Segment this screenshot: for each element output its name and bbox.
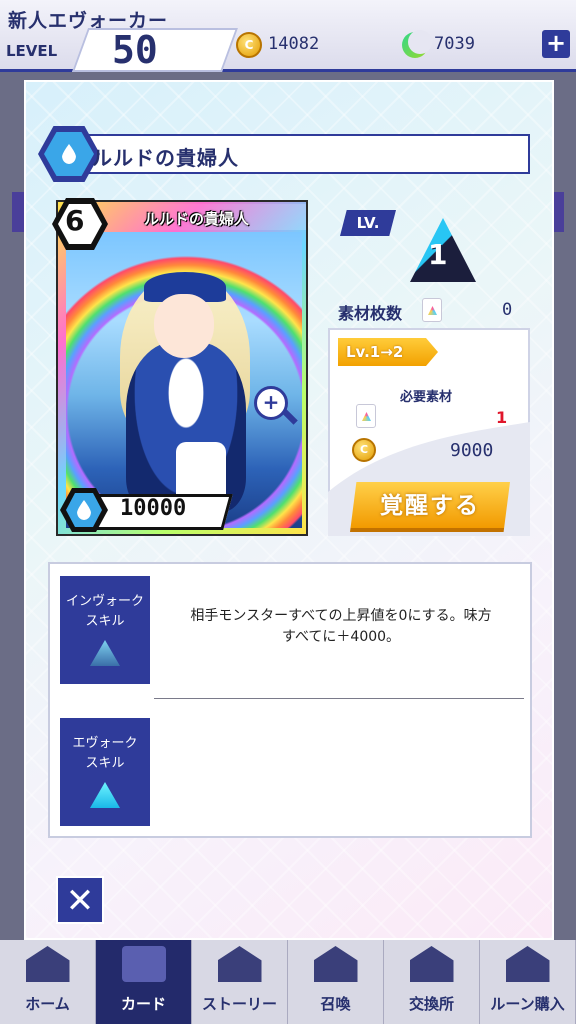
triforce-icon <box>90 782 120 808</box>
material-card-icon <box>422 298 442 322</box>
card-image[interactable]: ルルドの貴婦人 6 10000 <box>52 198 308 536</box>
required-material-icon <box>356 404 376 428</box>
card-power: 10000 <box>120 496 187 521</box>
triforce-icon <box>90 640 120 666</box>
moon-count: 7039 <box>434 34 475 54</box>
evoke-skill-label-line1: エヴォーク <box>72 736 138 751</box>
level-tag: LV. <box>340 210 396 236</box>
rune-icon <box>505 946 550 982</box>
invoke-skill-badge: インヴォーク スキル <box>60 576 150 684</box>
add-currency-button[interactable]: + <box>542 30 570 58</box>
required-coin-icon: C <box>352 438 376 462</box>
nav-label: 交換所 <box>408 995 454 1013</box>
coin-icon: C <box>236 32 262 58</box>
water-drop-icon <box>62 144 76 164</box>
invoke-skill-label-line2: スキル <box>85 614 125 629</box>
invoke-skill-label: インヴォーク スキル <box>60 592 150 632</box>
evoke-skill-badge: エヴォーク スキル <box>60 718 150 826</box>
card-cost: 6 <box>65 204 85 237</box>
required-materials-title: 必要素材 <box>400 390 453 405</box>
status-bar: 新人エヴォーカー LEVEL 50 C 14082 7039 + <box>0 0 576 72</box>
card-artwork <box>66 232 302 528</box>
nav-rune-shop[interactable]: ルーン購入 <box>480 940 576 1024</box>
nav-label: カード <box>120 995 166 1013</box>
invoke-skill-description-line2: すべてに＋4000。 <box>281 629 401 645</box>
material-count-label: 素材枚数 <box>338 304 403 323</box>
awaken-button[interactable]: 覚醒する <box>350 482 510 532</box>
invoke-skill-description: 相手モンスターすべての上昇値を0にする。味方 すべてに＋4000。 <box>158 606 524 648</box>
story-icon <box>217 946 262 982</box>
card-title: ルルドの貴婦人 <box>92 146 239 170</box>
card-level: 1 <box>428 238 448 271</box>
nav-label: ルーン購入 <box>490 995 565 1013</box>
required-coin-count: 9000 <box>450 440 494 461</box>
level-up-tag: Lv.1→2 <box>338 338 438 366</box>
card-icon <box>121 946 166 982</box>
nav-home[interactable]: ホーム <box>0 940 96 1024</box>
close-button[interactable]: ✕ <box>56 876 104 924</box>
evoke-skill-label-line2: スキル <box>85 756 125 771</box>
character-face <box>154 294 214 358</box>
card-name: ルルドの貴婦人 <box>144 210 250 228</box>
summon-icon <box>313 946 358 982</box>
invoke-skill-label-line1: インヴォーク <box>65 594 144 609</box>
invoke-skill-description-line1: 相手モンスターすべての上昇値を0にする。味方 <box>190 608 492 624</box>
nav-summon[interactable]: 召喚 <box>288 940 384 1024</box>
nav-card[interactable]: カード <box>96 940 192 1024</box>
bottom-nav: ホーム カード ストーリー 召喚 交換所 ルーン購入 <box>0 940 576 1024</box>
nav-story[interactable]: ストーリー <box>192 940 288 1024</box>
nav-exchange[interactable]: 交換所 <box>384 940 480 1024</box>
skill-divider <box>154 698 524 699</box>
nav-label: ホーム <box>25 995 70 1013</box>
home-icon <box>25 946 70 982</box>
level-label: LEVEL <box>6 42 58 60</box>
player-level: 50 <box>112 28 158 72</box>
moon-icon <box>402 30 432 58</box>
card-detail-modal: ルルドの貴婦人 ルルドの貴婦人 6 10000 + LV. 1 素材枚数 0 L… <box>24 80 554 940</box>
coin-count: 14082 <box>268 34 320 54</box>
exchange-icon <box>409 946 454 982</box>
material-count: 0 <box>502 300 513 320</box>
nav-label: 召喚 <box>320 995 351 1013</box>
evoke-skill-label: エヴォーク スキル <box>60 734 150 774</box>
required-material-count: 1 <box>496 408 508 427</box>
water-drop-icon <box>77 500 91 520</box>
nav-label: ストーリー <box>201 995 277 1013</box>
